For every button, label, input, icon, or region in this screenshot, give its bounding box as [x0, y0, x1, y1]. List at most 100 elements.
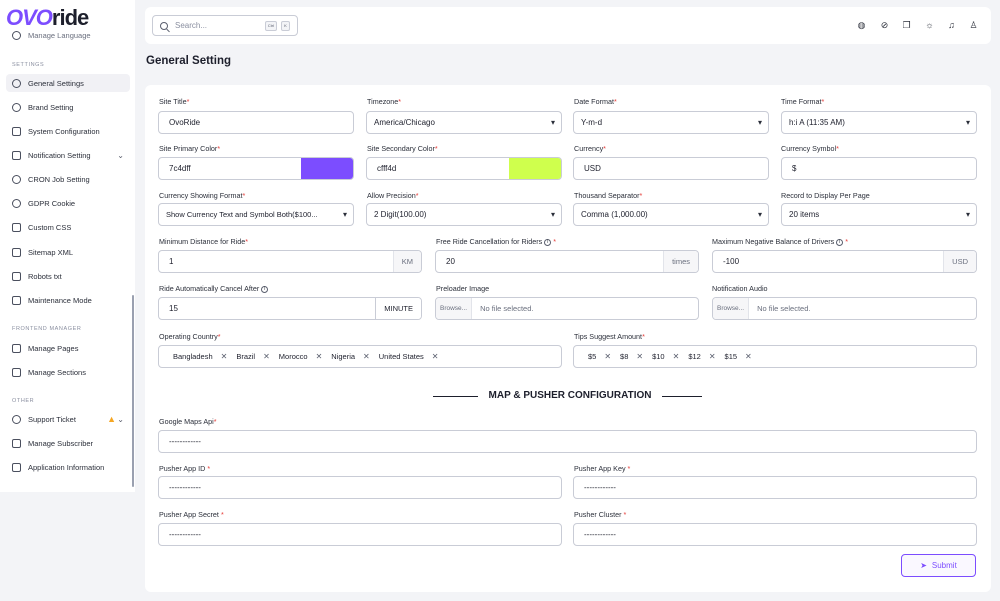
sidebar-item-system-configuration[interactable]: System Configuration: [6, 122, 130, 140]
remove-tag-icon[interactable]: ✕: [221, 352, 228, 361]
sidebar-item-custom-css[interactable]: Custom CSS: [6, 218, 130, 236]
currency-format-select[interactable]: Show Currency Text and Symbol Both($100.…: [158, 203, 354, 226]
records-per-page-select[interactable]: 20 items: [781, 203, 977, 226]
chevron-down-icon: ⌄: [117, 150, 124, 160]
tip-tag: $5 ✕: [588, 352, 612, 361]
max-negative-balance-label: Maximum Negative Balance of Drivers i *: [712, 237, 849, 246]
sidebar-item-label: CRON Job Setting: [28, 174, 90, 184]
currency-input[interactable]: USD: [573, 157, 769, 180]
maintenance-icon: [12, 295, 21, 305]
google-maps-api-label: Google Maps Api*: [159, 417, 217, 426]
sidebar-item-brand-setting[interactable]: Brand Setting: [6, 98, 130, 116]
time-format-select[interactable]: h:i A (11:35 AM): [781, 111, 977, 134]
chevron-down-icon: ⌄: [117, 414, 124, 424]
sidebar-scrollbar[interactable]: [132, 295, 134, 487]
sidebar-item-manage-pages[interactable]: Manage Pages: [6, 339, 130, 357]
timezone-select[interactable]: America/Chicago: [366, 111, 562, 134]
search-input[interactable]: Search... Ctrl K: [152, 15, 298, 36]
sidebar-item-manage-sections[interactable]: Manage Sections: [6, 363, 130, 381]
settings-form-card: Site Title* OvoRide Timezone* America/Ch…: [145, 85, 991, 592]
currency-format-label: Currency Showing Format*: [159, 191, 246, 200]
secondary-color-input[interactable]: cfff4d: [366, 157, 562, 180]
top-bar: Search... Ctrl K ◍ ⊘ ❐ ☼ ♫ ♙: [145, 7, 991, 44]
auto-cancel-input[interactable]: 15 MINUTE: [158, 297, 422, 320]
search-icon: [160, 21, 168, 30]
thousand-separator-label: Thousand Separator*: [574, 191, 643, 200]
primary-color-label: Site Primary Color*: [159, 144, 221, 153]
free-cancellation-input[interactable]: 20 times: [435, 250, 699, 273]
browse-button[interactable]: Browse...: [436, 298, 473, 319]
primary-color-input[interactable]: 7c4dff: [158, 157, 354, 180]
sitemap-icon: [12, 247, 21, 257]
sidebar-item-sitemap-xml[interactable]: Sitemap XML: [6, 243, 130, 261]
user-icon[interactable]: ♙: [967, 19, 980, 32]
pusher-cluster-input[interactable]: ------------: [573, 523, 977, 546]
sections-icon: [12, 367, 21, 377]
info-icon[interactable]: i: [261, 285, 269, 293]
min-distance-input[interactable]: 1 KM: [158, 250, 422, 273]
remove-tag-icon[interactable]: ✕: [673, 352, 680, 361]
pusher-app-key-label: Pusher App Key *: [574, 464, 631, 473]
sidebar-section-frontend: FRONTEND MANAGER: [12, 326, 82, 332]
auto-cancel-label: Ride Automatically Cancel After i: [159, 284, 269, 293]
sidebar-item-general-settings[interactable]: General Settings: [6, 74, 130, 92]
app-logo[interactable]: OVOride: [6, 5, 89, 31]
preloader-image-label: Preloader Image: [436, 284, 490, 293]
section-divider-right: [662, 396, 702, 397]
preloader-image-file-input[interactable]: Browse... No file selected.: [435, 297, 699, 320]
date-format-select[interactable]: Y-m-d: [573, 111, 769, 134]
shortcut-key-ctrl: Ctrl: [265, 21, 277, 31]
remove-tag-icon[interactable]: ✕: [709, 352, 716, 361]
secondary-color-swatch[interactable]: [509, 158, 561, 179]
sidebar-item-cron-job-setting[interactable]: CRON Job Setting: [6, 170, 130, 188]
cookie-icon: [12, 198, 21, 208]
remove-tag-icon[interactable]: ✕: [263, 352, 270, 361]
sidebar-item-label: General Settings: [28, 78, 84, 88]
remove-tag-icon[interactable]: ✕: [316, 352, 323, 361]
sidebar-item-label: Manage Language: [28, 30, 91, 40]
sidebar-item-manage-subscriber[interactable]: Manage Subscriber: [6, 434, 130, 452]
pusher-app-secret-input[interactable]: ------------: [158, 523, 562, 546]
sidebar-item-maintenance-mode[interactable]: Maintenance Mode: [6, 291, 130, 309]
bell-icon[interactable]: ♫: [945, 19, 958, 32]
tips-amount-multiselect[interactable]: $5 ✕ $8 ✕ $10 ✕ $12 ✕ $15 ✕: [573, 345, 977, 368]
browse-button[interactable]: Browse...: [713, 298, 750, 319]
pusher-app-id-input[interactable]: ------------: [158, 476, 562, 499]
tip-tag: $15 ✕: [724, 352, 752, 361]
timezone-label: Timezone*: [367, 97, 402, 106]
currency-symbol-input[interactable]: $: [781, 157, 977, 180]
remove-tag-icon[interactable]: ✕: [604, 352, 611, 361]
info-icon[interactable]: i: [836, 238, 844, 246]
google-maps-api-input[interactable]: ------------: [158, 430, 977, 453]
info-icon[interactable]: i: [544, 238, 552, 246]
remove-tag-icon[interactable]: ✕: [363, 352, 370, 361]
sidebar-item-manage-language[interactable]: Manage Language: [6, 29, 130, 41]
sidebar-item-support-ticket[interactable]: Support Ticket ▲ ⌄: [6, 410, 130, 428]
sidebar-item-gdpr-cookie[interactable]: GDPR Cookie: [6, 194, 130, 212]
link-icon[interactable]: ⊘: [878, 19, 891, 32]
globe-icon[interactable]: ◍: [855, 19, 868, 32]
info-icon: [12, 462, 21, 472]
allow-precision-select[interactable]: 2 Digit(100.00): [366, 203, 562, 226]
remove-tag-icon[interactable]: ✕: [745, 352, 752, 361]
remove-tag-icon[interactable]: ✕: [432, 352, 439, 361]
notification-audio-file-input[interactable]: Browse... No file selected.: [712, 297, 977, 320]
time-format-label: Time Format*: [781, 97, 825, 106]
site-title-input[interactable]: OvoRide: [158, 111, 354, 134]
sidebar-item-application-information[interactable]: Application Information: [6, 458, 130, 476]
subscriber-icon: [12, 438, 21, 448]
remove-tag-icon[interactable]: ✕: [636, 352, 643, 361]
pusher-app-key-input[interactable]: ------------: [573, 476, 977, 499]
sidebar-item-robots-txt[interactable]: Robots txt: [6, 267, 130, 285]
sun-icon[interactable]: ☼: [923, 19, 936, 32]
thousand-separator-select[interactable]: Comma (1,000.00): [573, 203, 769, 226]
robot-icon: [12, 271, 21, 281]
sidebar-item-label: Custom CSS: [28, 222, 72, 232]
primary-color-swatch[interactable]: [301, 158, 353, 179]
operating-country-multiselect[interactable]: Bangladesh ✕ Brazil ✕ Morocco ✕ Nigeria ✕ Un…: [158, 345, 562, 368]
copy-icon[interactable]: ❐: [900, 19, 913, 32]
pusher-app-secret-label: Pusher App Secret *: [159, 510, 224, 519]
submit-button[interactable]: ➤ Submit: [901, 554, 976, 577]
sidebar-item-notification-setting[interactable]: Notification Setting ⌄: [6, 146, 130, 164]
max-negative-balance-input[interactable]: -100 USD: [712, 250, 977, 273]
